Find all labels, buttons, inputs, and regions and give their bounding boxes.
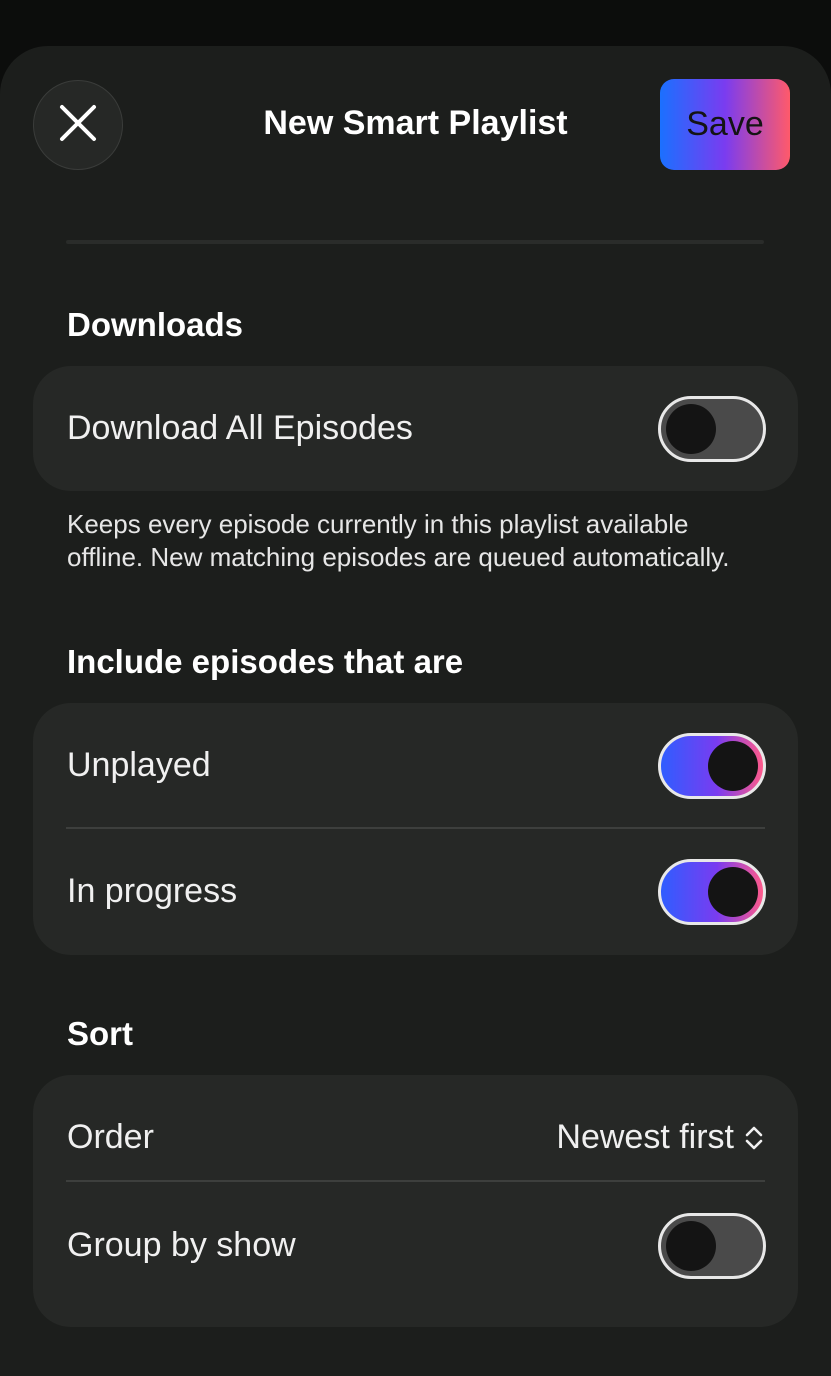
close-button[interactable] — [33, 80, 123, 170]
in-progress-toggle[interactable] — [658, 859, 766, 925]
toggle-knob — [708, 867, 758, 917]
include-label-in-progress: In progress — [67, 872, 238, 910]
unplayed-toggle[interactable] — [658, 733, 766, 799]
save-button[interactable]: Save — [660, 79, 790, 170]
section-title-sort: Sort — [67, 1015, 133, 1052]
group-by-show-row[interactable]: Group by show — [33, 1183, 798, 1308]
include-row-unplayed[interactable]: Unplayed — [33, 703, 798, 828]
divider — [66, 240, 764, 244]
downloads-card: Download All Episodes — [33, 366, 798, 491]
download-all-row[interactable]: Download All Episodes — [33, 366, 798, 491]
close-icon — [58, 103, 98, 148]
include-label-unplayed: Unplayed — [67, 746, 211, 784]
section-title-downloads: Downloads — [67, 306, 244, 343]
row-divider — [66, 1180, 765, 1182]
sort-card: Order Newest first Group by show — [33, 1075, 798, 1327]
toggle-knob — [708, 741, 758, 791]
toggle-knob — [666, 404, 716, 454]
include-row-in-progress[interactable]: In progress — [33, 829, 798, 954]
chevron-up-down-icon — [744, 1124, 764, 1152]
page-title: New Smart Playlist — [263, 104, 568, 142]
section-title-include: Include episodes that are — [67, 643, 464, 680]
group-by-show-toggle[interactable] — [658, 1213, 766, 1279]
download-all-label: Download All Episodes — [67, 409, 413, 447]
download-all-toggle[interactable] — [658, 396, 766, 462]
group-by-show-label: Group by show — [67, 1226, 296, 1264]
toggle-knob — [666, 1221, 716, 1271]
downloads-description: Keeps every episode currently in this pl… — [67, 509, 730, 572]
include-card: Unplayed In progress — [33, 703, 798, 955]
